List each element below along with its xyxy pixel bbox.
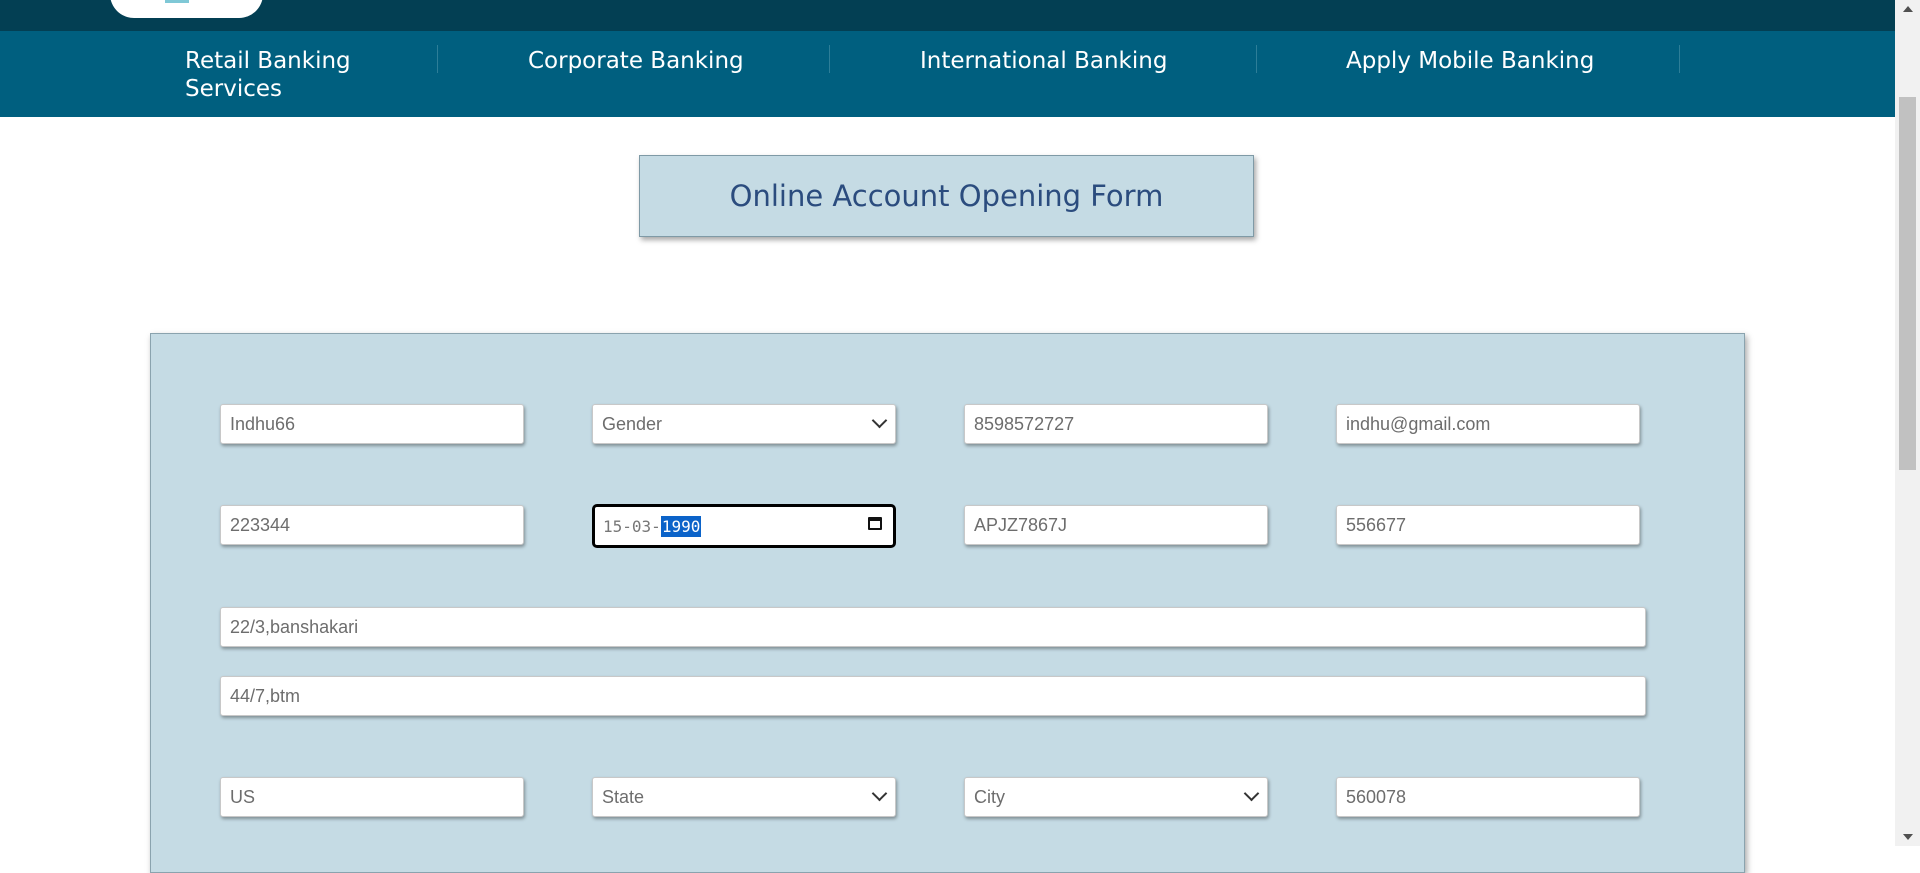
nav-retail-line2: Services [185,76,282,102]
dob-month[interactable]: 03 [632,517,651,536]
nav-international-banking[interactable]: International Banking [920,47,1167,75]
state-select[interactable]: State [592,777,896,817]
dob-separator: - [651,516,661,536]
nav-retail-banking-services[interactable]: Retail Banking Services [185,47,351,103]
nav-retail-line1: Retail Banking [185,48,351,74]
pincode-input[interactable] [1336,777,1640,817]
main-navigation: Retail Banking Services Corporate Bankin… [0,31,1895,117]
account-number-input[interactable] [220,505,524,545]
calendar-icon[interactable] [868,517,882,530]
chevron-down-icon [1243,785,1260,802]
nav-divider [829,45,830,73]
vertical-scrollbar[interactable] [1895,0,1920,846]
page-title: Online Account Opening Form [729,179,1164,213]
city-select-value: City [974,786,1005,807]
nav-corporate-banking[interactable]: Corporate Banking [528,47,744,75]
logo-mark [165,0,189,3]
nav-apply-mobile-banking[interactable]: Apply Mobile Banking [1346,47,1594,75]
scrollbar-thumb[interactable] [1899,97,1916,470]
dob-separator: - [622,516,632,536]
dob-date-input[interactable]: 15 - 03 - 1990 [592,504,896,548]
dob-day[interactable]: 15 [603,517,622,536]
chevron-down-icon [871,785,888,802]
id-number-input[interactable] [1336,505,1640,545]
gender-select[interactable]: Gender [592,404,896,444]
scroll-up-icon[interactable] [1903,6,1913,12]
account-opening-form: Gender 15 - 03 - 1990 State City [150,333,1745,873]
chevron-down-icon [871,412,888,429]
nav-divider [437,45,438,73]
nav-divider [1679,45,1680,73]
state-select-value: State [602,786,645,807]
nav-divider [1256,45,1257,73]
phone-input[interactable] [964,404,1268,444]
email-input[interactable] [1336,404,1640,444]
country-input[interactable] [220,777,524,817]
address-line1-input[interactable] [220,607,1646,647]
city-select[interactable]: City [964,777,1268,817]
address-line2-input[interactable] [220,676,1646,716]
scroll-down-icon[interactable] [1903,834,1913,840]
pan-input[interactable] [964,505,1268,545]
dob-year[interactable]: 1990 [660,515,702,537]
form-title-box: Online Account Opening Form [639,155,1254,237]
username-input[interactable] [220,404,524,444]
top-header-bar [0,0,1895,31]
gender-select-value: Gender [602,413,663,434]
